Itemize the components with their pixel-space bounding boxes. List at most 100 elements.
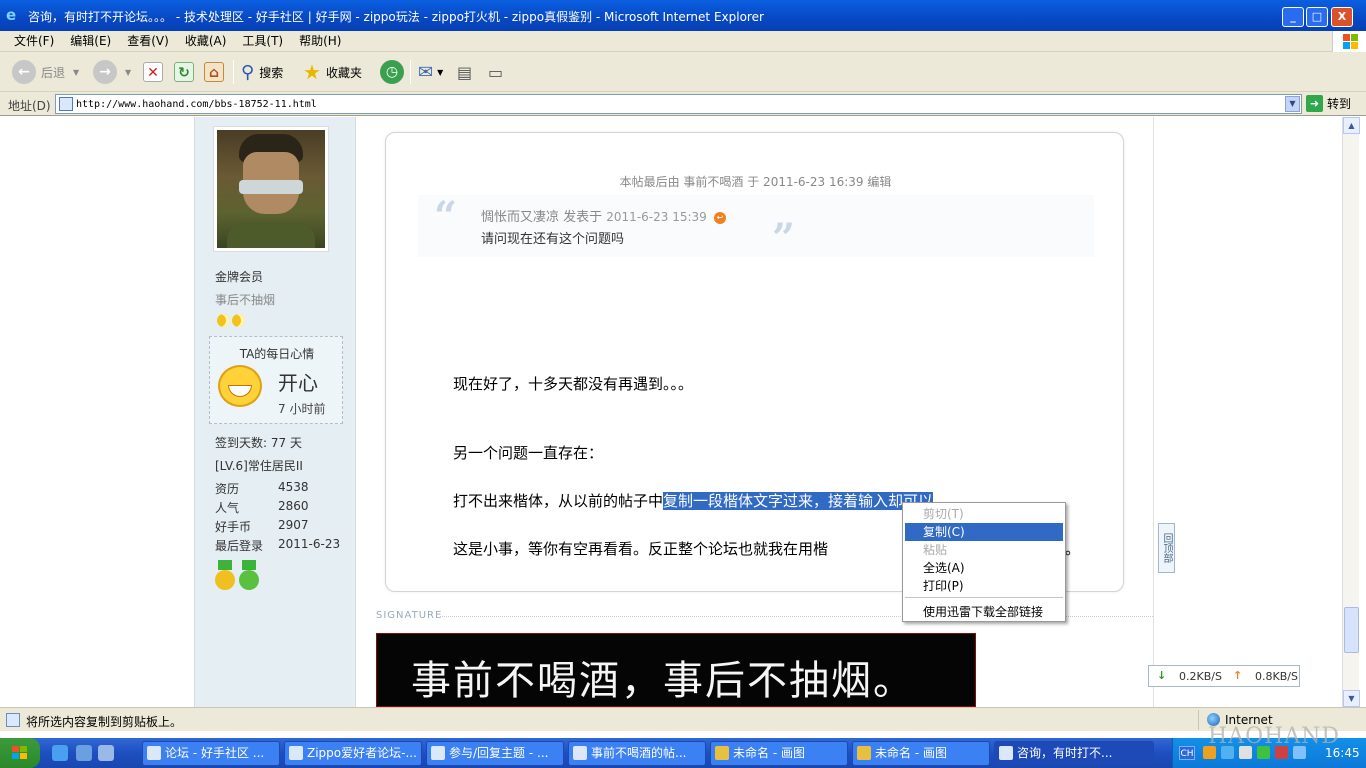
address-label: 地址(D) — [8, 99, 51, 113]
taskbar-item-active[interactable]: 咨询，有时打不... — [994, 741, 1154, 766]
taskbar-item[interactable]: 未命名 - 画图 — [710, 741, 848, 766]
mail-button[interactable]: ✉ ▼ — [418, 58, 443, 86]
speed-widget[interactable]: ↓ 0.2KB/S ↑ 0.8KB/S — [1148, 665, 1300, 687]
address-input[interactable] — [76, 96, 1276, 112]
post-line: 这是小事，等你有空再看看。反正整个论坛也就我在用楷 。 — [453, 538, 1080, 559]
watermark-text: HAOHAND — [1208, 724, 1341, 749]
scroll-thumb[interactable] — [1344, 607, 1359, 653]
favorites-button[interactable]: ★ 收藏夹 — [303, 58, 362, 86]
maximize-button[interactable]: □ — [1306, 7, 1328, 27]
taskbar-item-label: 咨询，有时打不... — [1017, 746, 1113, 760]
menu-tools[interactable]: 工具(T) — [234, 31, 291, 51]
menu-item-thunder-download[interactable]: 使用迅雷下载全部链接 — [905, 603, 1063, 621]
edit-button[interactable]: ▭ — [488, 58, 503, 86]
network-quicklaunch-icon[interactable] — [76, 745, 92, 761]
status-text: 将所选内容复制到剪贴板上。 — [26, 715, 183, 729]
ie-quicklaunch-icon[interactable] — [52, 745, 68, 761]
stat-value: 4538 — [278, 480, 309, 494]
post-text: 这是小事，等你有空再看看。反正整个论坛也就我在用楷 — [453, 540, 829, 558]
history-icon: ◷ — [380, 60, 404, 84]
search-button[interactable]: ⚲ 搜索 — [241, 58, 283, 86]
taskbar-item-label: 事前不喝酒的帖... — [591, 746, 687, 760]
user-sidebar: 金牌会员 事后不抽烟 TA的每日心情 开心 7 小时前 签到天数: 77 天 [… — [194, 117, 356, 707]
forward-dropdown-icon: ▼ — [125, 67, 132, 77]
moon-icon — [217, 314, 230, 327]
back-button[interactable]: ← 后退 ▼ — [12, 58, 79, 86]
selected-text[interactable]: 复制一段楷体文字过来，接着输入却可以 — [663, 492, 934, 510]
scroll-up-icon[interactable]: ▲ — [1343, 117, 1360, 134]
go-label: 转到 — [1327, 97, 1352, 111]
refresh-button[interactable]: ↻ — [174, 58, 194, 86]
back-arrow-icon: ← — [12, 60, 36, 84]
stop-button[interactable]: ✕ — [143, 58, 163, 86]
status-bar: 将所选内容复制到剪贴板上。 Internet — [0, 707, 1366, 731]
print-button[interactable]: ▤ — [457, 58, 472, 86]
forward-button[interactable]: → ▼ — [93, 58, 131, 86]
ie-page-icon — [147, 746, 161, 760]
medal-sun-icon[interactable] — [215, 560, 235, 590]
menu-view[interactable]: 查看(V) — [119, 31, 177, 51]
taskbar-item[interactable]: 参与/回复主题 - ... — [426, 741, 564, 766]
signature-text: 事前不喝酒，事后不抽烟。 — [411, 658, 915, 704]
edit-notice: 本帖最后由 事前不喝酒 于 2011-6-23 16:39 编辑 — [619, 175, 892, 189]
vertical-scrollbar[interactable]: ▲ ▼ — [1342, 117, 1360, 707]
menu-item-print[interactable]: 打印(P) — [905, 577, 1063, 595]
stat-key: 好手币 — [215, 520, 252, 534]
language-indicator[interactable]: CH — [1179, 746, 1195, 760]
go-button[interactable]: ➜ 转到 — [1306, 95, 1351, 112]
taskbar-item-label: 论坛 - 好手社区 ... — [165, 746, 265, 760]
favorites-label: 收藏夹 — [325, 65, 362, 80]
menu-bar: 文件(F) 编辑(E) 查看(V) 收藏(A) 工具(T) 帮助(H) — [0, 31, 1366, 52]
address-field[interactable]: ▼ — [55, 94, 1302, 114]
desktop-quicklaunch-icon[interactable] — [98, 745, 114, 761]
menu-item-paste: 粘贴 — [923, 543, 948, 557]
ie-page-icon — [289, 746, 303, 760]
edit-page-icon: ▭ — [488, 62, 504, 82]
address-dropdown-icon[interactable]: ▼ — [1285, 96, 1300, 112]
menu-file[interactable]: 文件(F) — [6, 31, 62, 51]
avatar[interactable] — [213, 126, 329, 252]
taskbar-item[interactable]: 论坛 - 好手社区 ... — [142, 741, 280, 766]
mood-time: 7 小时前 — [278, 402, 326, 416]
page-viewport[interactable]: 金牌会员 事后不抽烟 TA的每日心情 开心 7 小时前 签到天数: 77 天 [… — [0, 117, 1366, 707]
go-to-quote-icon[interactable]: ↩ — [713, 211, 726, 224]
menu-item-select-all[interactable]: 全选(A) — [905, 559, 1063, 577]
printer-icon: ▤ — [457, 62, 473, 82]
user-level[interactable]: [LV.6]常住居民II — [215, 457, 303, 474]
stat-value: 2860 — [278, 499, 309, 513]
page-icon — [59, 97, 73, 111]
signature-label: SIGNATURE — [376, 610, 443, 621]
mail-icon: ✉ — [418, 61, 434, 83]
taskbar-item[interactable]: 未命名 - 画图 — [852, 741, 990, 766]
content-border — [1153, 117, 1154, 707]
windows-flag-icon — [12, 746, 28, 760]
medal-frog-icon[interactable] — [239, 560, 259, 590]
stat-value: 2011-6-23 — [278, 537, 341, 551]
title-bar[interactable]: e 咨询，有时打不开论坛。。。 - 技术处理区 - 好手社区 | 好手网 - z… — [0, 0, 1366, 31]
ie-page-icon — [431, 746, 445, 760]
stat-value: 2907 — [278, 518, 309, 532]
page-status-icon — [6, 713, 20, 727]
taskbar-item[interactable]: Zippo爱好者论坛-... — [284, 741, 422, 766]
search-icon: ⚲ — [241, 61, 255, 83]
menu-help[interactable]: 帮助(H) — [291, 31, 349, 51]
mail-dropdown-icon: ▼ — [437, 67, 444, 77]
quote-author: 惆怅而又凄凉 发表于 2011-6-23 15:39 ↩ — [481, 206, 726, 225]
username[interactable]: 事后不抽烟 — [215, 291, 275, 308]
open-quote-icon: “ — [434, 193, 458, 240]
minimize-button[interactable]: _ — [1282, 7, 1304, 27]
quote-date: 2011-6-23 15:39 — [606, 210, 707, 224]
taskbar-item[interactable]: 事前不喝酒的帖... — [568, 741, 706, 766]
upload-arrow-icon: ↑ — [1233, 669, 1243, 682]
close-button[interactable]: X — [1331, 7, 1353, 27]
start-button[interactable] — [0, 738, 40, 768]
forward-arrow-icon: → — [93, 60, 117, 84]
back-to-top-button[interactable]: 回顶部 — [1158, 523, 1175, 573]
menu-item-copy[interactable]: 复制(C) — [905, 523, 1063, 541]
refresh-icon: ↻ — [174, 62, 194, 82]
menu-edit[interactable]: 编辑(E) — [62, 31, 119, 51]
home-button[interactable]: ⌂ — [204, 58, 224, 86]
history-button[interactable]: ◷ — [380, 58, 404, 86]
scroll-down-icon[interactable]: ▼ — [1343, 690, 1360, 707]
menu-favorites[interactable]: 收藏(A) — [177, 31, 235, 51]
